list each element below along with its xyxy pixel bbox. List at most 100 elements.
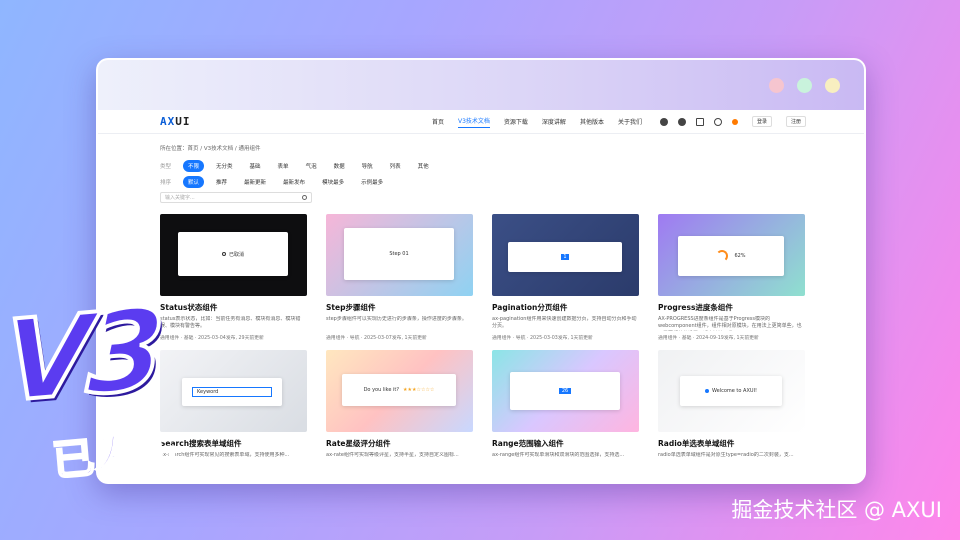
window-close-dot[interactable] <box>769 78 784 93</box>
thumb-text: Step 01 <box>389 251 409 257</box>
main-menu: 首页 V3技术文档 资源下载 深度讲解 其他版本 关于我们 <box>432 116 642 128</box>
component-card[interactable]: 26 Range范围输入组件 ax-range组件可实现单滑块和双滑块的范围选择… <box>492 350 639 467</box>
card-thumbnail: Keyword <box>160 350 307 432</box>
sort-chip-recommended[interactable]: 推荐 <box>211 176 232 188</box>
card-title[interactable]: Range范围输入组件 <box>492 438 639 449</box>
card-description: ax-range组件可实现单滑块和双滑块的范围选择，支持选... <box>492 452 625 458</box>
nav-other-versions[interactable]: 其他版本 <box>580 117 604 126</box>
card-thumbnail: Welcome to AXUI! <box>658 350 805 432</box>
top-nav: AXUI 首页 V3技术文档 资源下载 深度讲解 其他版本 关于我们 登录 注册 <box>98 110 864 134</box>
card-thumbnail: 已取消 <box>160 214 307 296</box>
thumb-panel: 26 <box>510 372 620 410</box>
sort-chip-published[interactable]: 最新发布 <box>278 176 310 188</box>
theme-icon[interactable] <box>731 118 738 125</box>
nav-home[interactable]: 首页 <box>432 117 444 126</box>
card-title[interactable]: Progress进度条组件 <box>658 302 805 313</box>
type-chip-data[interactable]: 数据 <box>329 160 350 172</box>
site-logo[interactable]: AXUI <box>160 115 191 128</box>
component-card[interactable]: Do you like it? ★★★☆☆☆☆ Rate星级评分组件 ax-ra… <box>326 350 473 467</box>
thumb-panel: 已取消 <box>178 232 288 276</box>
type-chip-nav[interactable]: 导航 <box>357 160 378 172</box>
type-chip-list[interactable]: 列表 <box>385 160 406 172</box>
status-dot-icon <box>221 252 226 256</box>
radio-dot-icon <box>704 389 709 393</box>
nav-v3-docs[interactable]: V3技术文档 <box>457 116 490 128</box>
sort-chip-most-demos[interactable]: 示例最多 <box>356 176 388 188</box>
card-title[interactable]: Step步骤组件 <box>326 302 473 313</box>
component-card[interactable]: 1 Pagination分页组件 ax-pagination组件用来快速创建数据… <box>492 214 639 341</box>
card-description: status表示状态，比如：当前任务有消息、模块有消息、模块错误、模块有警告等。 <box>160 316 301 330</box>
thumb-panel: Step 01 <box>344 228 454 280</box>
window-minimize-dot[interactable] <box>797 78 812 93</box>
component-card[interactable]: Welcome to AXUI! Radio单选表单域组件 radio单选表单域… <box>658 350 805 467</box>
thumb-text: 62% <box>734 253 746 259</box>
card-description: ax-search组件可实现常见的搜索表单域，支持使用多种... <box>160 452 290 458</box>
component-card[interactable]: Keyword Search搜索表单域组件 ax-search组件可实现常见的搜… <box>160 350 307 467</box>
progress-arc-icon <box>716 250 729 262</box>
card-description: step步骤组件可以实现历史进行的步骤条，操作进度的步骤条。 <box>326 316 467 322</box>
card-meta: 通用组件 · 基础 · 2024-09-19发布, 1天前更新 <box>658 336 759 341</box>
window-maximize-dot[interactable] <box>825 78 840 93</box>
type-filter-label: 类型 <box>160 164 172 170</box>
rating-stars-icon: ★★★☆☆☆☆ <box>403 387 435 393</box>
component-card[interactable]: 已取消 Status状态组件 status表示状态，比如：当前任务有消息、模块有… <box>160 214 307 341</box>
sort-chip-updated[interactable]: 最新更新 <box>239 176 271 188</box>
thumb-panel: 1 <box>508 242 622 272</box>
component-card[interactable]: Step 01 Step步骤组件 step步骤组件可以实现历史进行的步骤条，操作… <box>326 214 473 341</box>
card-title[interactable]: Status状态组件 <box>160 302 307 313</box>
card-title[interactable]: Pagination分页组件 <box>492 302 639 313</box>
card-thumbnail: 1 <box>492 214 639 296</box>
thumb-text: 1 <box>561 254 569 260</box>
thumb-panel: Keyword <box>182 378 282 406</box>
globe-icon[interactable] <box>677 117 686 126</box>
card-title[interactable]: Rate星级评分组件 <box>326 438 473 449</box>
search-icon[interactable] <box>713 117 722 126</box>
sort-chip-most-modules[interactable]: 模块最多 <box>317 176 349 188</box>
v3-badge: V3 <box>2 283 162 430</box>
nav-downloads[interactable]: 资源下载 <box>504 117 528 126</box>
card-thumbnail: 26 <box>492 350 639 432</box>
thumb-text: 26 <box>558 388 572 394</box>
thumb-text: 已取消 <box>228 251 244 258</box>
card-title[interactable]: Radio单选表单域组件 <box>658 438 805 449</box>
sort-chip-default[interactable]: 默认 <box>183 176 205 188</box>
type-chip-basic[interactable]: 基础 <box>245 160 266 172</box>
card-thumbnail: 62% <box>658 214 805 296</box>
search-input[interactable]: 输入关键字... <box>160 192 312 203</box>
card-meta: 通用组件 · 导航 · 2025-03-07发布, 1天前更新 <box>326 336 427 341</box>
nav-deep-dive[interactable]: 深度讲解 <box>542 117 566 126</box>
register-button[interactable]: 注册 <box>785 116 806 127</box>
github-icon[interactable] <box>659 117 668 126</box>
search-placeholder: 输入关键字... <box>165 195 195 201</box>
type-chip-form[interactable]: 表单 <box>273 160 294 172</box>
watermark: 掘金技术社区 @ AXUI <box>731 498 942 522</box>
browser-window: AXUI 首页 V3技术文档 资源下载 深度讲解 其他版本 关于我们 登录 注册… <box>96 58 866 484</box>
nav-about[interactable]: 关于我们 <box>618 117 642 126</box>
card-title[interactable]: Search搜索表单域组件 <box>160 438 307 449</box>
type-chip-other[interactable]: 其他 <box>413 160 434 172</box>
sort-filter-label: 排序 <box>160 180 172 186</box>
wechat-icon[interactable] <box>695 117 704 126</box>
released-label: 已发布 <box>49 425 181 487</box>
card-description: radio单选表单域组件是对原生type=radio的二次封装，支... <box>658 452 794 458</box>
thumb-text: Do you like it? <box>363 387 400 393</box>
search-icon[interactable] <box>302 195 307 200</box>
type-chip-all[interactable]: 不限 <box>183 160 205 172</box>
card-description: ax-pagination组件用来快速创建数据分页，支持自动分页和手动分页。 <box>492 316 637 330</box>
card-thumbnail: Step 01 <box>326 214 473 296</box>
card-meta: 通用组件 · 导航 · 2025-03-03发布, 1天前更新 <box>492 336 593 341</box>
card-meta: 通用组件 · 基础 · 2025-03-04发布, 29天前更新 <box>160 336 264 341</box>
thumb-panel: Welcome to AXUI! <box>680 376 782 406</box>
component-card[interactable]: 62% Progress进度条组件 AX-PROGRESS进度条组件是基于Pro… <box>658 214 805 341</box>
thumb-panel: Do you like it? ★★★☆☆☆☆ <box>342 374 456 406</box>
card-description: ax-rate组件可实现等级评星，支持半星，支持自定义图标... <box>326 452 459 458</box>
login-button[interactable]: 登录 <box>751 116 772 127</box>
window-titlebar <box>98 60 864 110</box>
type-chip-bubble[interactable]: 气泡 <box>301 160 322 172</box>
sort-filter: 排序 默认 推荐 最新更新 最新发布 模块最多 示例最多 <box>160 176 802 188</box>
thumb-text: Keyword <box>192 387 272 397</box>
card-thumbnail: Do you like it? ★★★☆☆☆☆ <box>326 350 473 432</box>
type-chip-uncategorized[interactable]: 无分类 <box>211 160 238 172</box>
component-grid: 已取消 Status状态组件 status表示状态，比如：当前任务有消息、模块有… <box>160 214 805 467</box>
breadcrumb: 所在位置：首页 / V3技术文档 / 通用组件 <box>160 146 261 152</box>
